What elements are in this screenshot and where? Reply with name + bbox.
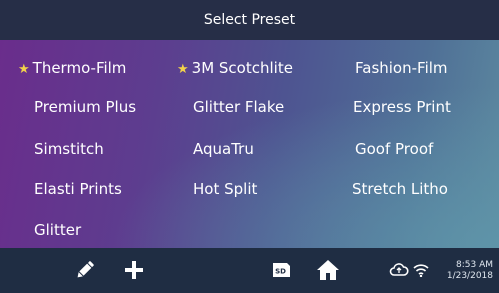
preset-item-thermo-film[interactable]: ★ Thermo-Film [18,58,126,80]
wifi-icon [412,261,430,279]
preset-item-glitter[interactable]: Glitter [34,220,81,240]
preset-item-glitter-flake[interactable]: Glitter Flake [193,97,284,117]
favorite-star-icon: ★ [177,62,189,77]
title-bar: Select Preset [0,0,499,40]
preset-item-stretch-litho[interactable]: Stretch Litho [352,179,448,199]
favorite-star-icon: ★ [18,62,30,77]
page-title: Select Preset [203,12,296,28]
preset-label: 3M Scotchlite [191,59,293,77]
sd-card-icon[interactable]: SD [270,260,292,280]
preset-item-simstitch[interactable]: Simstitch [34,139,104,159]
clock-date: 1/23/2018 [446,271,493,281]
preset-item-aquatru[interactable]: AquaTru [193,139,254,159]
preset-item-fashion-film[interactable]: Fashion-Film [355,58,448,78]
cloud-sync-icon[interactable] [389,261,409,279]
preset-label: Glitter [34,221,82,239]
preset-label: Hot Split [193,180,258,198]
preset-label: Fashion-Film [355,59,448,77]
preset-item-goof-proof[interactable]: Goof Proof [355,139,433,159]
plus-icon[interactable] [121,257,147,283]
preset-label: Stretch Litho [352,180,448,198]
preset-screen: Select Preset ★ Thermo-Film ★ 3M Scotchlit… [0,0,499,293]
preset-item-express-print[interactable]: Express Print [353,97,451,117]
preset-label: Premium Plus [34,98,137,116]
preset-item-elasti-prints[interactable]: Elasti Prints [34,179,122,199]
preset-label: Elasti Prints [34,180,122,198]
preset-label: AquaTru [193,140,254,158]
preset-grid: ★ Thermo-Film ★ 3M Scotchlite Fashion-Film… [0,40,499,248]
preset-item-3m-scotchlite[interactable]: ★ 3M Scotchlite [177,58,293,80]
preset-item-hot-split[interactable]: Hot Split [193,179,257,199]
preset-label: Thermo-Film [32,59,127,77]
preset-label: Glitter Flake [193,98,285,116]
pencil-icon[interactable] [72,257,98,283]
preset-label: Simstitch [34,140,104,158]
clock-time: 8:53 AM [456,260,493,270]
clock: 8:53 AM 1/23/2018 [447,260,493,282]
preset-item-premium-plus[interactable]: Premium Plus [34,97,136,117]
sd-card-label: SD [275,268,286,276]
home-icon[interactable] [314,257,342,283]
preset-label: Goof Proof [355,140,434,158]
preset-label: Express Print [353,98,451,116]
bottom-toolbar: SD 8:53 AM 1/23/2018 [0,248,499,293]
